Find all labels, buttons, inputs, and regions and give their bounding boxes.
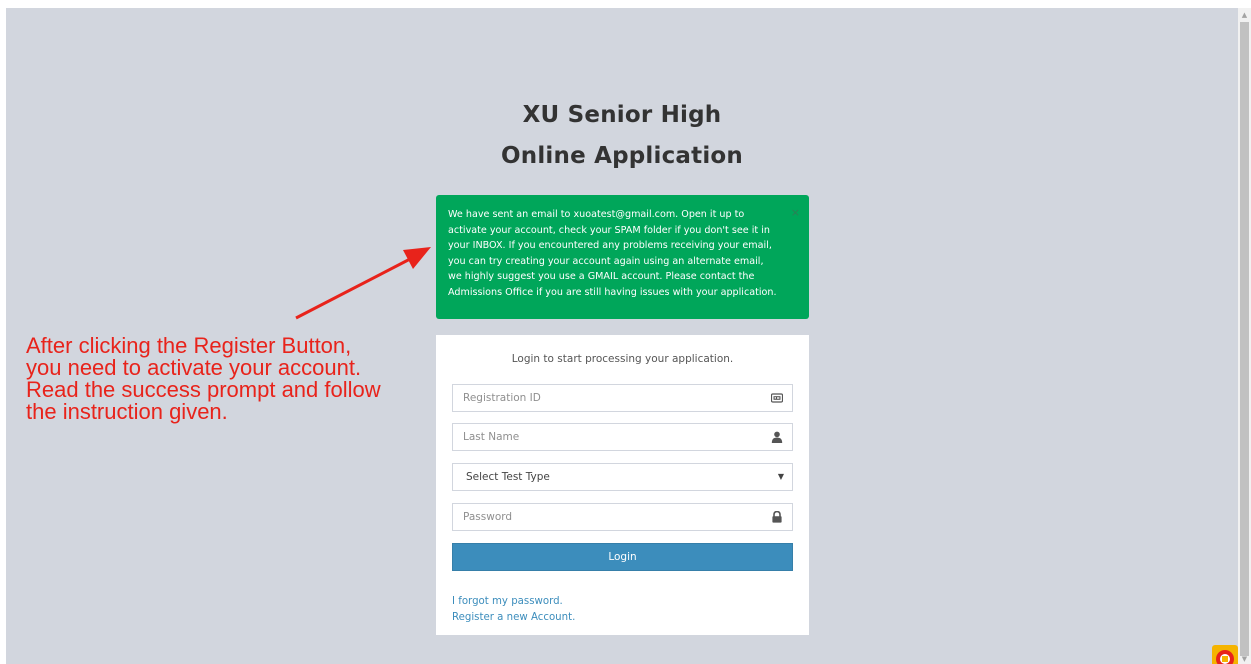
- lock-icon: [772, 511, 782, 523]
- id-card-icon: [771, 393, 783, 403]
- password-field: [452, 503, 793, 531]
- annotation-line-2: you need to activate your account.: [26, 355, 362, 380]
- scroll-up-arrow-icon[interactable]: ▲: [1238, 8, 1251, 22]
- annotation-line-3: Read the success prompt and follow: [26, 377, 381, 402]
- registration-id-input[interactable]: [453, 385, 792, 411]
- alert-message: We have sent an email to xuoatest@gmail.…: [448, 209, 777, 298]
- last-name-input[interactable]: [453, 424, 792, 450]
- instruction-annotation: After clicking the Register Button, you …: [26, 335, 436, 423]
- password-input[interactable]: [453, 504, 792, 530]
- last-name-field: [452, 423, 793, 451]
- scroll-down-arrow-icon[interactable]: ▼: [1238, 654, 1251, 664]
- annotation-line-4: the instruction given.: [26, 399, 228, 424]
- success-alert: We have sent an email to xuoatest@gmail.…: [436, 195, 809, 319]
- login-box: Login to start processing your applicati…: [436, 335, 809, 635]
- forgot-password-link[interactable]: I forgot my password.: [452, 596, 563, 607]
- scrollbar-thumb[interactable]: [1240, 22, 1249, 656]
- extension-badge-icon[interactable]: [1212, 645, 1238, 664]
- test-type-selected-value: Select Test Type: [466, 471, 550, 483]
- registration-id-field: [452, 384, 793, 412]
- test-type-select[interactable]: Select Test Type ▼: [452, 463, 793, 491]
- badge-logo-icon: [1216, 650, 1234, 664]
- annotation-line-1: After clicking the Register Button,: [26, 333, 352, 358]
- register-account-link[interactable]: Register a new Account.: [452, 612, 575, 623]
- login-button[interactable]: Login: [452, 543, 793, 571]
- page-title-line1: XU Senior High: [522, 102, 722, 128]
- page-viewport: XU Senior High Online Application We hav…: [6, 8, 1238, 664]
- caret-down-icon: ▼: [777, 472, 784, 481]
- alert-close-button[interactable]: ×: [791, 207, 800, 218]
- user-icon: [771, 431, 783, 443]
- login-box-message: Login to start processing your applicati…: [511, 353, 734, 365]
- page-title-line2: Online Application: [501, 143, 743, 169]
- vertical-scrollbar[interactable]: ▲ ▼: [1238, 8, 1251, 664]
